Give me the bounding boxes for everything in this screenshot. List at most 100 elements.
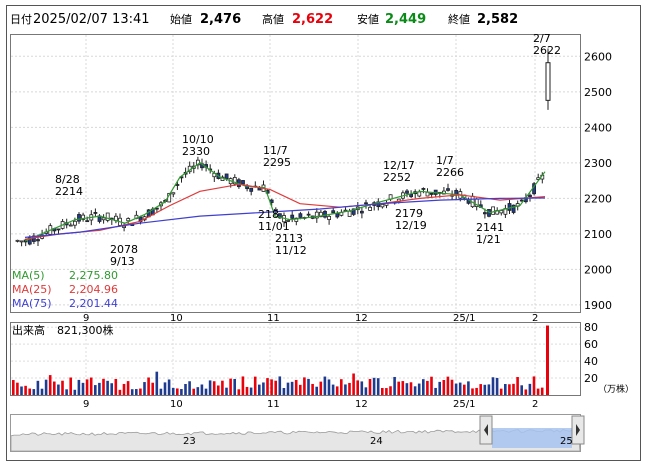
legend-value: 2,201.44 <box>69 297 118 310</box>
volume-x-tick-label: 9 <box>83 399 89 410</box>
volume-bar <box>458 382 462 395</box>
volume-bar <box>12 380 15 395</box>
volume-bar <box>299 384 302 395</box>
volume-bar <box>53 381 56 395</box>
candle-body <box>15 239 20 242</box>
volume-bar <box>28 388 31 395</box>
annotation-date: 12/19 <box>395 219 427 232</box>
volume-x-tick-label: 11 <box>267 399 280 410</box>
volume-bar <box>454 383 458 395</box>
low-label: 安値 <box>357 12 379 26</box>
volume-bar <box>467 381 470 395</box>
candle-body <box>446 188 450 191</box>
volume-bar <box>262 382 265 395</box>
price-tick-label: 1900 <box>584 299 612 312</box>
volume-bar <box>504 384 507 395</box>
volume-bar <box>348 382 351 395</box>
volume-bar <box>130 389 134 395</box>
candle-body <box>368 206 373 211</box>
navigator-label-25: 25 <box>560 436 573 447</box>
volume-unit: （万株） <box>598 383 634 395</box>
navigator-label-24: 24 <box>370 436 383 447</box>
candle-body <box>241 180 245 185</box>
annotation-date: 11/12 <box>275 244 307 257</box>
legend-name: MA(75) <box>12 297 52 310</box>
volume-bar <box>344 384 347 395</box>
candle-body <box>429 192 434 195</box>
volume-bar <box>536 388 540 395</box>
volume-bar <box>16 382 19 395</box>
volume-bar <box>520 385 523 395</box>
volume-bar <box>294 379 298 395</box>
volume-bar <box>323 376 327 395</box>
annotation-value: 2330 <box>182 145 210 158</box>
volume-bar <box>110 383 113 395</box>
close-value: 2,582 <box>477 12 518 27</box>
candle-body <box>19 240 24 243</box>
candle-body <box>499 210 504 214</box>
volume-bar <box>212 381 216 395</box>
volume-bar <box>516 377 519 395</box>
candle-body <box>56 228 61 231</box>
volume-bar <box>307 378 310 395</box>
volume-bar <box>77 379 81 395</box>
volume-bar <box>438 381 441 395</box>
candle-body <box>68 224 73 227</box>
candle-body <box>482 212 487 215</box>
price-tick-label: 2600 <box>584 50 612 63</box>
volume-bar <box>397 381 400 395</box>
volume-bar <box>356 380 359 395</box>
volume-bar <box>73 389 77 395</box>
volume-bar <box>463 384 466 395</box>
volume-tick-label: 60 <box>584 338 598 351</box>
volume-bar <box>360 381 364 395</box>
volume-bar <box>303 377 306 395</box>
volume-bar <box>225 387 228 395</box>
navigator-label-23: 23 <box>183 436 196 447</box>
volume-bar <box>61 380 64 395</box>
volume-bar-last <box>546 325 549 395</box>
volume-bar <box>495 377 499 395</box>
candle-body <box>425 191 430 197</box>
volume-tick-label: 20 <box>584 372 598 385</box>
volume-bar <box>192 388 195 395</box>
volume-bar <box>233 378 236 395</box>
volume-bar <box>487 384 491 395</box>
volume-bar <box>118 389 122 395</box>
candle-body <box>122 225 126 229</box>
volume-bar <box>102 378 105 395</box>
volume-bar <box>40 388 44 395</box>
volume-bar <box>409 382 413 395</box>
volume-bar <box>143 382 146 395</box>
volume-bar <box>139 388 142 395</box>
candle-body <box>335 213 340 218</box>
volume-bar <box>389 386 392 395</box>
volume-bar <box>368 378 372 395</box>
volume-bar <box>163 382 167 395</box>
datetime-value: 2025/02/07 13:41 <box>33 12 150 27</box>
volume-bar <box>524 389 528 395</box>
volume-bar <box>200 384 204 395</box>
volume-bar <box>401 381 405 395</box>
candle-body <box>73 220 77 226</box>
high-label: 高値 <box>262 12 284 26</box>
candle-body <box>421 188 426 190</box>
candle-body <box>491 206 496 215</box>
candle-body <box>101 217 106 221</box>
candle-body <box>36 239 40 242</box>
volume-bar <box>430 376 433 395</box>
volume-bar <box>422 379 425 395</box>
annotation-value: 2252 <box>383 171 411 184</box>
volume-bar <box>376 378 380 395</box>
volume-bar <box>442 380 446 395</box>
volume-bar <box>483 384 487 395</box>
date-label: 日付 <box>10 13 32 26</box>
volume-bar <box>249 387 253 395</box>
volume-bar <box>151 382 154 395</box>
volume-x-tick-label: 12 <box>355 399 368 410</box>
volume-bar <box>372 377 376 395</box>
candle-body <box>290 214 295 219</box>
volume-bar <box>381 388 384 395</box>
legend-value: 2,275.80 <box>69 269 118 282</box>
candle-body <box>409 194 414 198</box>
